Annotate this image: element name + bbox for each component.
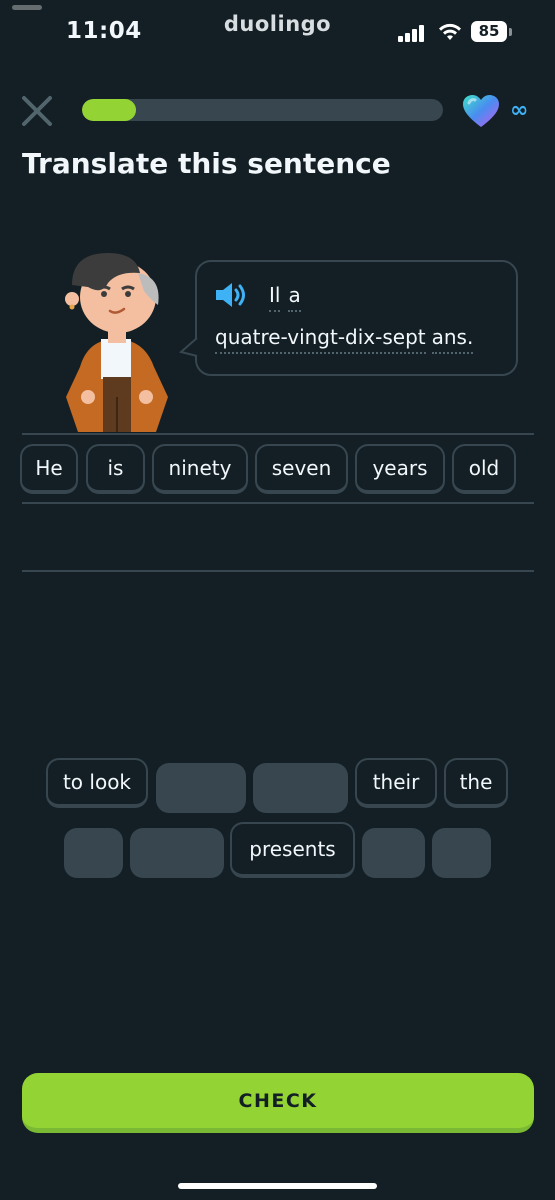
answer-line-bottom <box>22 570 534 572</box>
word-bank-empty-slot <box>156 763 246 813</box>
speaker-icon[interactable] <box>214 281 250 309</box>
word-bank-empty-slot <box>130 828 224 878</box>
check-button[interactable]: CHECK <box>22 1073 534 1133</box>
page-title: Translate this sentence <box>22 147 391 180</box>
cellular-signal-icon <box>398 24 428 42</box>
prompt-word[interactable]: ans. <box>431 325 474 354</box>
prompt-word[interactable]: quatre-vingt-dix-sept <box>215 325 426 354</box>
answer-chip[interactable]: years <box>355 444 445 494</box>
speech-bubble-tail <box>178 337 198 357</box>
answer-chip[interactable]: ninety <box>152 444 248 494</box>
lesson-progress-bar <box>82 99 443 121</box>
character-illustration <box>65 253 168 432</box>
home-indicator <box>178 1183 377 1189</box>
wifi-icon <box>439 23 461 40</box>
battery-indicator: 85 <box>471 21 507 42</box>
word-bank-empty-slot <box>253 763 348 813</box>
progress-shine <box>12 5 43 10</box>
word-bank-empty-slot <box>362 828 425 878</box>
prompt-word[interactable]: Il <box>269 283 281 312</box>
battery-tip <box>509 28 512 36</box>
answer-chip[interactable]: is <box>86 444 145 494</box>
answer-line-top <box>22 433 534 435</box>
word-bank-chip[interactable]: their <box>355 758 437 808</box>
heart-icon[interactable] <box>461 93 501 129</box>
answer-line-middle <box>22 502 534 504</box>
progress-fill <box>82 99 137 121</box>
word-bank-empty-slot <box>64 828 123 878</box>
word-bank-empty-slot <box>432 828 491 878</box>
prompt-line-1: Il a <box>269 283 309 312</box>
prompt-line-2: quatre-vingt-dix-sept ans. <box>215 325 481 354</box>
answer-chip[interactable]: seven <box>255 444 348 494</box>
word-bank-chip[interactable]: the <box>444 758 508 808</box>
speech-bubble <box>195 260 518 376</box>
word-bank-chip[interactable]: presents <box>230 822 355 878</box>
word-bank-chip[interactable]: to look <box>46 758 148 808</box>
close-icon[interactable] <box>20 94 54 128</box>
prompt-word[interactable]: a <box>288 283 301 312</box>
infinite-hearts-value: ∞ <box>510 98 529 123</box>
answer-chip[interactable]: He <box>20 444 78 494</box>
answer-chip[interactable]: old <box>452 444 516 494</box>
